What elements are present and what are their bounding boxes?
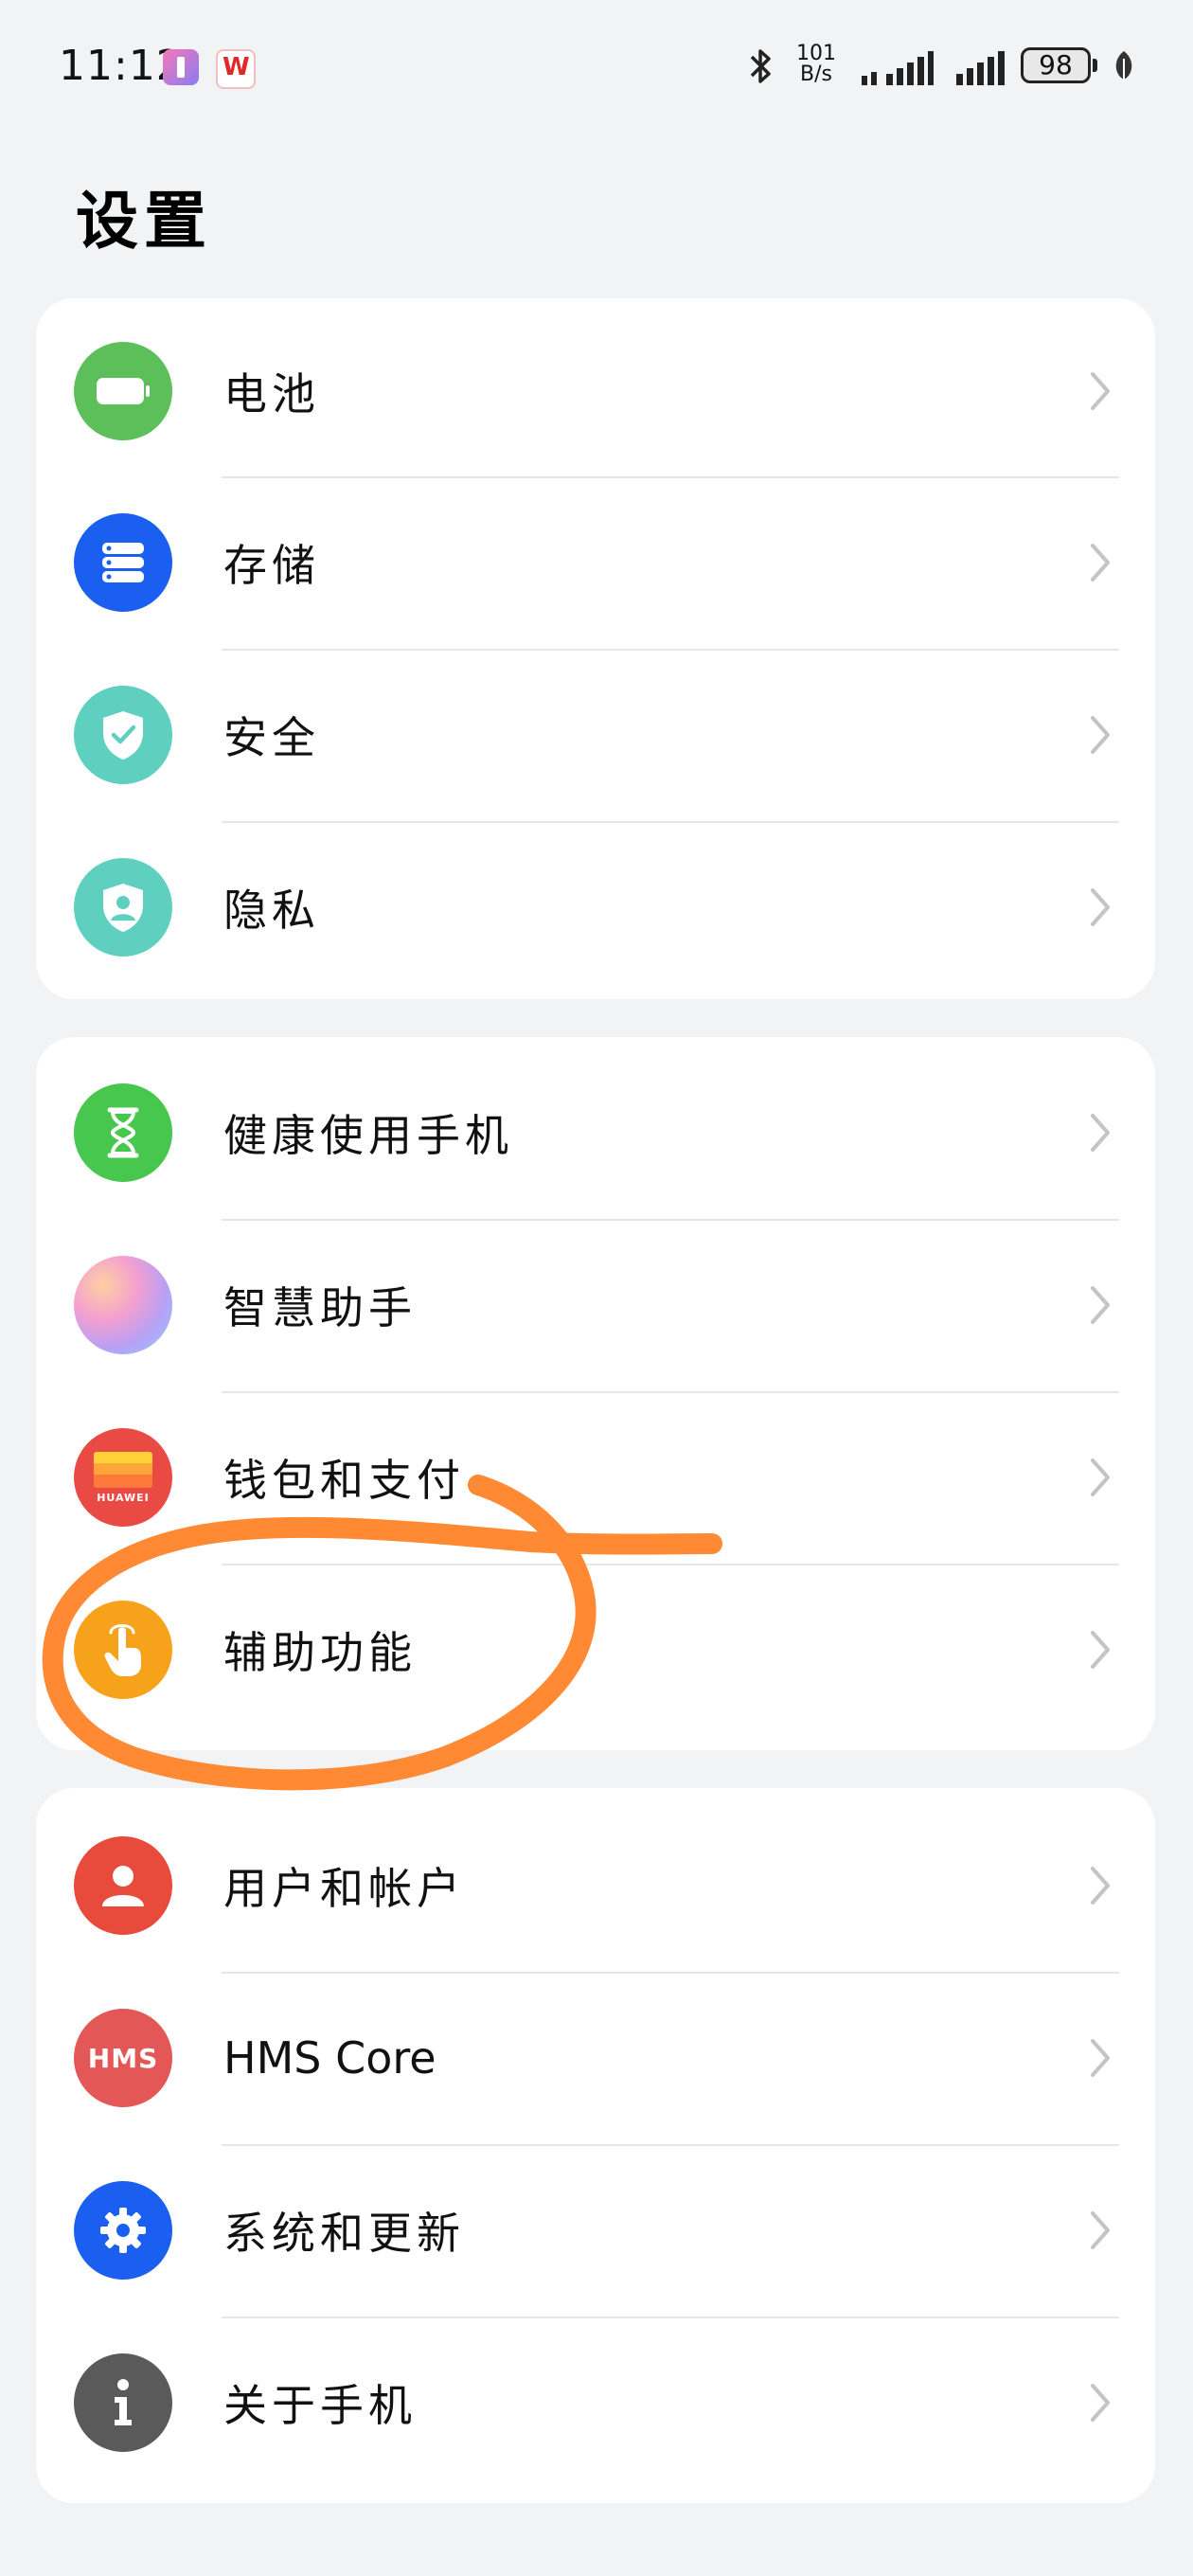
settings-item-label: 存储 bbox=[223, 540, 320, 591]
settings-item-hms-core[interactable]: HMS HMS Core bbox=[36, 1972, 1155, 2144]
chevron-right-icon bbox=[1091, 1114, 1110, 1152]
chevron-right-icon bbox=[1091, 2211, 1110, 2249]
app-notification-icon bbox=[163, 49, 199, 85]
settings-group-3: 用户和帐户 HMS HMS Core 系统和更新 关于手机 bbox=[36, 1788, 1155, 2503]
wallet-stripe bbox=[94, 1451, 152, 1463]
page-title: 设置 bbox=[76, 185, 212, 258]
settings-item-label: 用户和帐户 bbox=[223, 1863, 465, 1914]
battery-icon: 98 bbox=[1021, 47, 1091, 83]
divider bbox=[222, 476, 1119, 478]
accessibility-hand-icon bbox=[74, 1601, 172, 1699]
signal-icon bbox=[862, 51, 934, 85]
settings-item-about-phone[interactable]: 关于手机 bbox=[36, 2317, 1155, 2489]
settings-item-label: 钱包和支付 bbox=[223, 1455, 465, 1506]
chevron-right-icon bbox=[1091, 544, 1110, 581]
net-speed-value: 101 bbox=[796, 42, 836, 65]
settings-item-storage[interactable]: 存储 bbox=[36, 476, 1155, 649]
info-icon bbox=[74, 2353, 172, 2452]
chevron-right-icon bbox=[1091, 372, 1110, 410]
hms-badge-text: HMS bbox=[87, 2042, 159, 2074]
battery-icon bbox=[74, 342, 172, 440]
divider bbox=[222, 2317, 1119, 2318]
settings-item-label: 隐私 bbox=[223, 885, 320, 936]
wallet-badge-text: HUAWEI bbox=[97, 1491, 150, 1504]
settings-item-label: 辅助功能 bbox=[223, 1627, 417, 1678]
divider bbox=[222, 649, 1119, 651]
net-speed-unit: B/s bbox=[800, 63, 832, 86]
chevron-right-icon bbox=[1091, 1286, 1110, 1324]
wps-icon bbox=[216, 49, 256, 89]
settings-item-label: 电池 bbox=[223, 368, 320, 420]
chevron-right-icon bbox=[1091, 2039, 1110, 2077]
privacy-shield-icon bbox=[74, 858, 172, 957]
divider bbox=[222, 1391, 1119, 1393]
settings-item-accessibility[interactable]: 辅助功能 bbox=[36, 1564, 1155, 1736]
settings-item-security[interactable]: 安全 bbox=[36, 649, 1155, 821]
divider bbox=[222, 2144, 1119, 2146]
smart-assistant-icon bbox=[74, 1256, 172, 1354]
settings-group-2: 健康使用手机 智慧助手 HUAWEI 钱包和支付 辅助功能 bbox=[36, 1037, 1155, 1750]
settings-item-label: 智慧助手 bbox=[223, 1282, 417, 1333]
status-bar: 11:12 101 B/s 98 bbox=[0, 0, 1193, 142]
settings-item-system-update[interactable]: 系统和更新 bbox=[36, 2144, 1155, 2317]
signal-icon bbox=[956, 51, 1005, 85]
settings-item-smart-assistant[interactable]: 智慧助手 bbox=[36, 1219, 1155, 1391]
user-icon bbox=[74, 1836, 172, 1935]
settings-item-privacy[interactable]: 隐私 bbox=[36, 821, 1155, 993]
chevron-right-icon bbox=[1091, 1458, 1110, 1496]
settings-item-digital-balance[interactable]: 健康使用手机 bbox=[36, 1046, 1155, 1219]
wallet-stripe bbox=[94, 1474, 152, 1488]
gear-icon bbox=[74, 2181, 172, 2280]
settings-group-1: 电池 存储 安全 隐私 bbox=[36, 298, 1155, 999]
chevron-right-icon bbox=[1091, 1867, 1110, 1905]
divider bbox=[222, 1972, 1119, 1974]
settings-item-label: HMS Core bbox=[223, 2032, 436, 2084]
settings-item-label: 安全 bbox=[223, 712, 320, 763]
chevron-right-icon bbox=[1091, 888, 1110, 926]
security-shield-icon bbox=[74, 686, 172, 784]
battery-tip bbox=[1093, 59, 1097, 72]
settings-item-label: 关于手机 bbox=[223, 2380, 417, 2431]
settings-item-users-accounts[interactable]: 用户和帐户 bbox=[36, 1799, 1155, 1972]
bluetooth-icon bbox=[750, 49, 771, 83]
divider bbox=[222, 821, 1119, 823]
settings-item-label: 系统和更新 bbox=[223, 2208, 465, 2259]
chevron-right-icon bbox=[1091, 716, 1110, 754]
net-speed: 101 B/s bbox=[788, 44, 845, 85]
hms-icon: HMS bbox=[74, 2009, 172, 2107]
hourglass-icon bbox=[74, 1083, 172, 1182]
wallet-stripe bbox=[94, 1462, 152, 1475]
chevron-right-icon bbox=[1091, 1631, 1110, 1669]
divider bbox=[222, 1219, 1119, 1221]
huawei-wallet-icon: HUAWEI bbox=[74, 1428, 172, 1527]
settings-item-wallet[interactable]: HUAWEI 钱包和支付 bbox=[36, 1391, 1155, 1564]
eco-leaf-icon bbox=[1115, 51, 1132, 83]
divider bbox=[222, 1564, 1119, 1565]
settings-item-battery[interactable]: 电池 bbox=[36, 306, 1155, 476]
storage-icon bbox=[74, 513, 172, 612]
settings-item-label: 健康使用手机 bbox=[223, 1110, 513, 1161]
chevron-right-icon bbox=[1091, 2384, 1110, 2422]
